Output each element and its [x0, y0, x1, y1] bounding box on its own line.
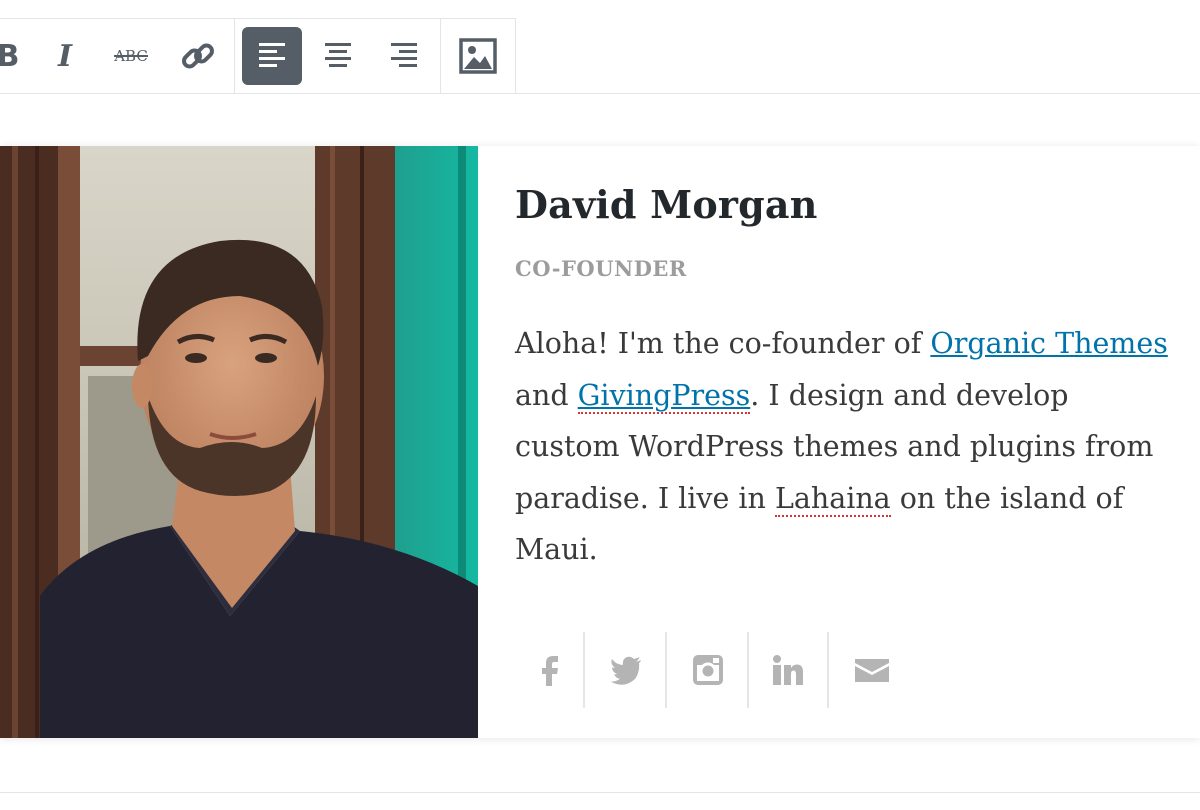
strikethrough-icon: ABC: [113, 47, 148, 65]
member-name: David Morgan: [515, 182, 818, 227]
strikethrough-button[interactable]: ABC: [101, 27, 161, 85]
team-member-card: David Morgan CO-FOUNDER Aloha! I'm the c…: [0, 146, 1200, 738]
organic-themes-link[interactable]: Organic Themes: [930, 327, 1167, 360]
align-left-button[interactable]: [242, 27, 302, 85]
align-right-button[interactable]: [374, 27, 434, 85]
link-icon: [182, 43, 214, 69]
member-bio: Aloha! I'm the co-founder of Organic The…: [515, 318, 1170, 576]
italic-button[interactable]: I: [35, 27, 95, 85]
facebook-icon: [542, 656, 558, 686]
content-divider: [0, 792, 1200, 793]
email-icon: [855, 659, 889, 682]
bold-icon: B: [0, 39, 19, 74]
givingpress-link[interactable]: GivingPress: [577, 378, 751, 414]
link-button[interactable]: [168, 27, 228, 85]
email-link[interactable]: [837, 632, 907, 708]
twitter-link[interactable]: [591, 632, 661, 708]
italic-icon: I: [57, 39, 73, 74]
svg-text:I: I: [57, 39, 73, 74]
spellcheck-word: Lahaina: [774, 481, 891, 517]
image-button[interactable]: [448, 27, 508, 85]
linkedin-link[interactable]: [753, 632, 823, 708]
svg-text:B: B: [0, 39, 19, 74]
twitter-icon: [610, 656, 641, 685]
align-center-icon: [325, 43, 351, 67]
bold-button[interactable]: B: [0, 27, 38, 85]
facebook-link[interactable]: [515, 632, 585, 708]
formatting-toolbar: B I ABC: [0, 18, 516, 94]
instagram-icon: [693, 655, 723, 685]
profile-photo: [0, 146, 478, 738]
align-center-button[interactable]: [308, 27, 368, 85]
align-right-icon: [391, 43, 417, 67]
align-left-icon: [259, 43, 285, 67]
linkedin-icon: [773, 655, 803, 685]
member-role: CO-FOUNDER: [515, 256, 687, 281]
toolbar-divider: [0, 93, 1200, 94]
bio-text: Aloha! I'm the co-founder of: [515, 327, 931, 360]
image-icon: [459, 38, 497, 74]
bio-text: and: [515, 378, 578, 412]
instagram-link[interactable]: [673, 632, 743, 708]
